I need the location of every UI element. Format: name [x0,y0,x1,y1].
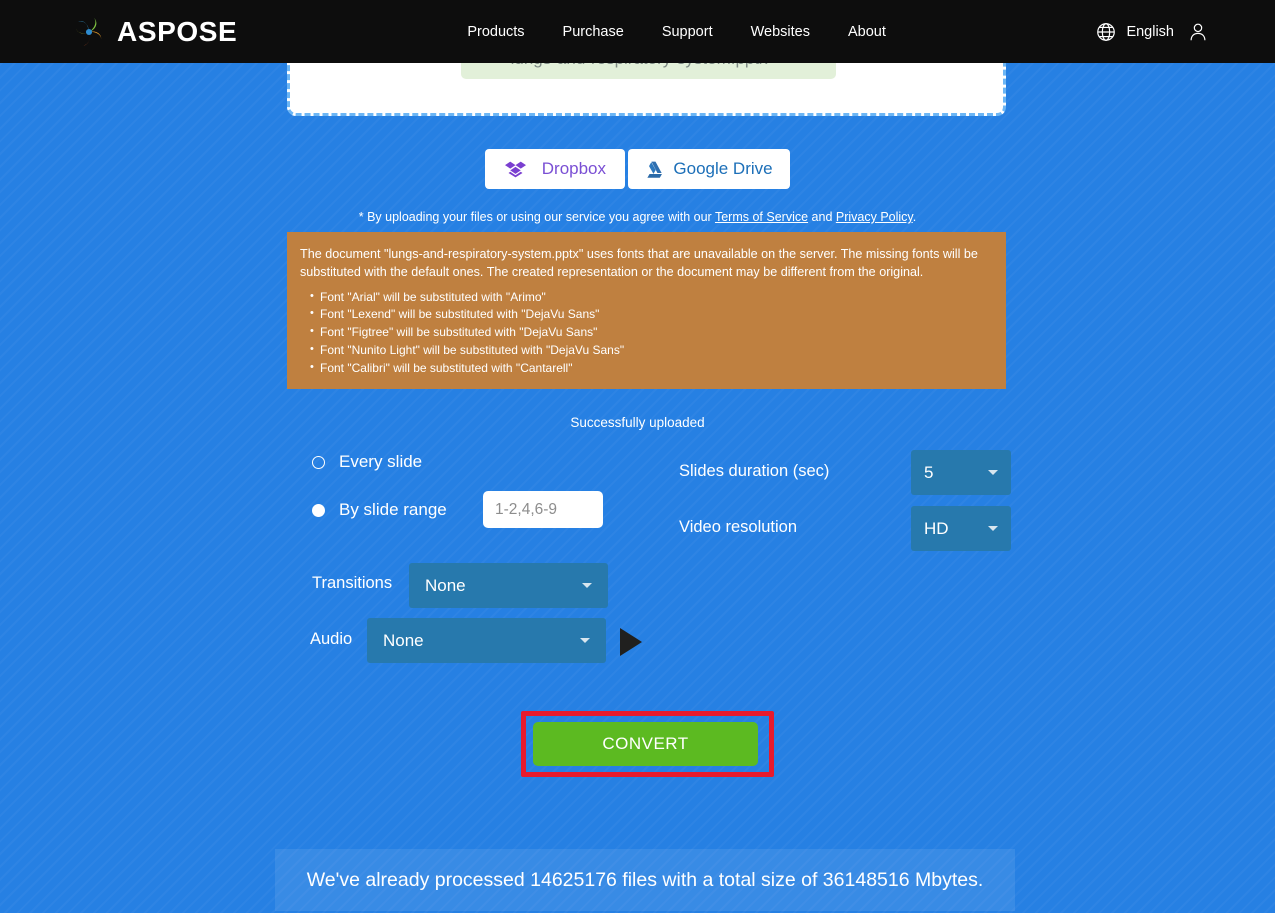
terms-notice: * By uploading your files or using our s… [0,210,1275,224]
chevron-down-icon [988,526,998,531]
chevron-down-icon [580,638,590,643]
main-nav: Products Purchase Support Websites About [467,24,886,40]
dropbox-label: Dropbox [541,159,607,178]
font-substitution-item: Font "Calibri" will be substituted with … [310,359,994,378]
google-drive-icon [647,161,663,178]
play-icon[interactable] [620,628,642,656]
transitions-label: Transitions [312,574,393,592]
processing-stats-bar: We've already processed 14625176 files w… [275,849,1015,911]
audio-select[interactable]: None [367,618,606,663]
user-icon[interactable] [1187,21,1209,43]
terms-of-service-link[interactable]: Terms of Service [715,210,808,224]
globe-icon [1097,22,1116,41]
privacy-policy-link[interactable]: Privacy Policy [836,210,913,224]
transitions-select[interactable]: None [409,563,608,608]
site-header: ASPOSE Products Purchase Support Website… [0,0,1275,63]
option-every-slide[interactable]: Every slide [312,452,422,472]
chevron-down-icon [582,583,592,588]
terms-suffix: . [912,210,917,224]
video-resolution-value: HD [924,518,949,538]
audio-value: None [383,630,424,650]
convert-button[interactable]: CONVERT [533,722,758,766]
font-substitution-list: Font "Arial" will be substituted with "A… [300,288,994,378]
font-substitution-item: Font "Lexend" will be substituted with "… [310,305,994,324]
every-slide-label: Every slide [339,452,423,471]
slides-duration-value: 5 [924,462,934,482]
brand-name: ASPOSE [117,15,238,47]
slides-duration-label: Slides duration (sec) [679,462,830,480]
option-by-slide-range[interactable]: By slide range [312,500,447,520]
dropbox-button[interactable]: Dropbox [485,149,626,189]
nav-item-about[interactable]: About [848,24,886,40]
warning-headline: The document "lungs-and-respiratory-syst… [300,247,978,280]
processing-stats-text: We've already processed 14625176 files w… [306,868,984,891]
nav-item-websites[interactable]: Websites [751,24,810,40]
by-slide-range-radio[interactable] [312,503,325,517]
video-resolution-label: Video resolution [679,518,798,536]
terms-prefix: * By uploading your files or using our s… [358,210,715,224]
aspose-spiral-logo-icon [76,17,102,46]
upload-status-message: Successfully uploaded [570,415,705,430]
nav-item-products[interactable]: Products [467,24,524,40]
conversion-options: Every slide By slide range Slides durati… [0,440,1275,670]
nav-item-support[interactable]: Support [662,24,713,40]
audio-label: Audio [310,630,353,648]
nav-item-purchase[interactable]: Purchase [563,24,624,40]
video-resolution-select[interactable]: HD [911,506,1011,551]
cloud-import-row: Dropbox Google Drive [0,149,1275,189]
font-substitution-item: Font "Nunito Light" will be substituted … [310,341,994,360]
font-substitution-item: Font "Arial" will be substituted with "A… [310,288,994,307]
header-actions: English [1095,21,1209,43]
google-drive-label: Google Drive [673,159,773,178]
dropbox-icon [504,161,526,177]
by-slide-range-label: By slide range [339,500,447,519]
language-label: English [1126,23,1174,40]
brand-logo[interactable]: ASPOSE [72,15,237,49]
font-substitution-item: Font "Figtree" will be substituted with … [310,323,994,342]
every-slide-radio[interactable] [312,455,325,469]
transitions-value: None [425,575,466,595]
font-substitution-warning: The document "lungs-and-respiratory-syst… [287,232,1006,390]
slides-duration-select[interactable]: 5 [911,450,1011,495]
terms-middle: and [808,210,836,224]
google-drive-button[interactable]: Google Drive [628,149,790,189]
chevron-down-icon [988,470,998,475]
language-selector[interactable]: English [1095,21,1174,43]
slide-range-input[interactable] [483,491,603,528]
